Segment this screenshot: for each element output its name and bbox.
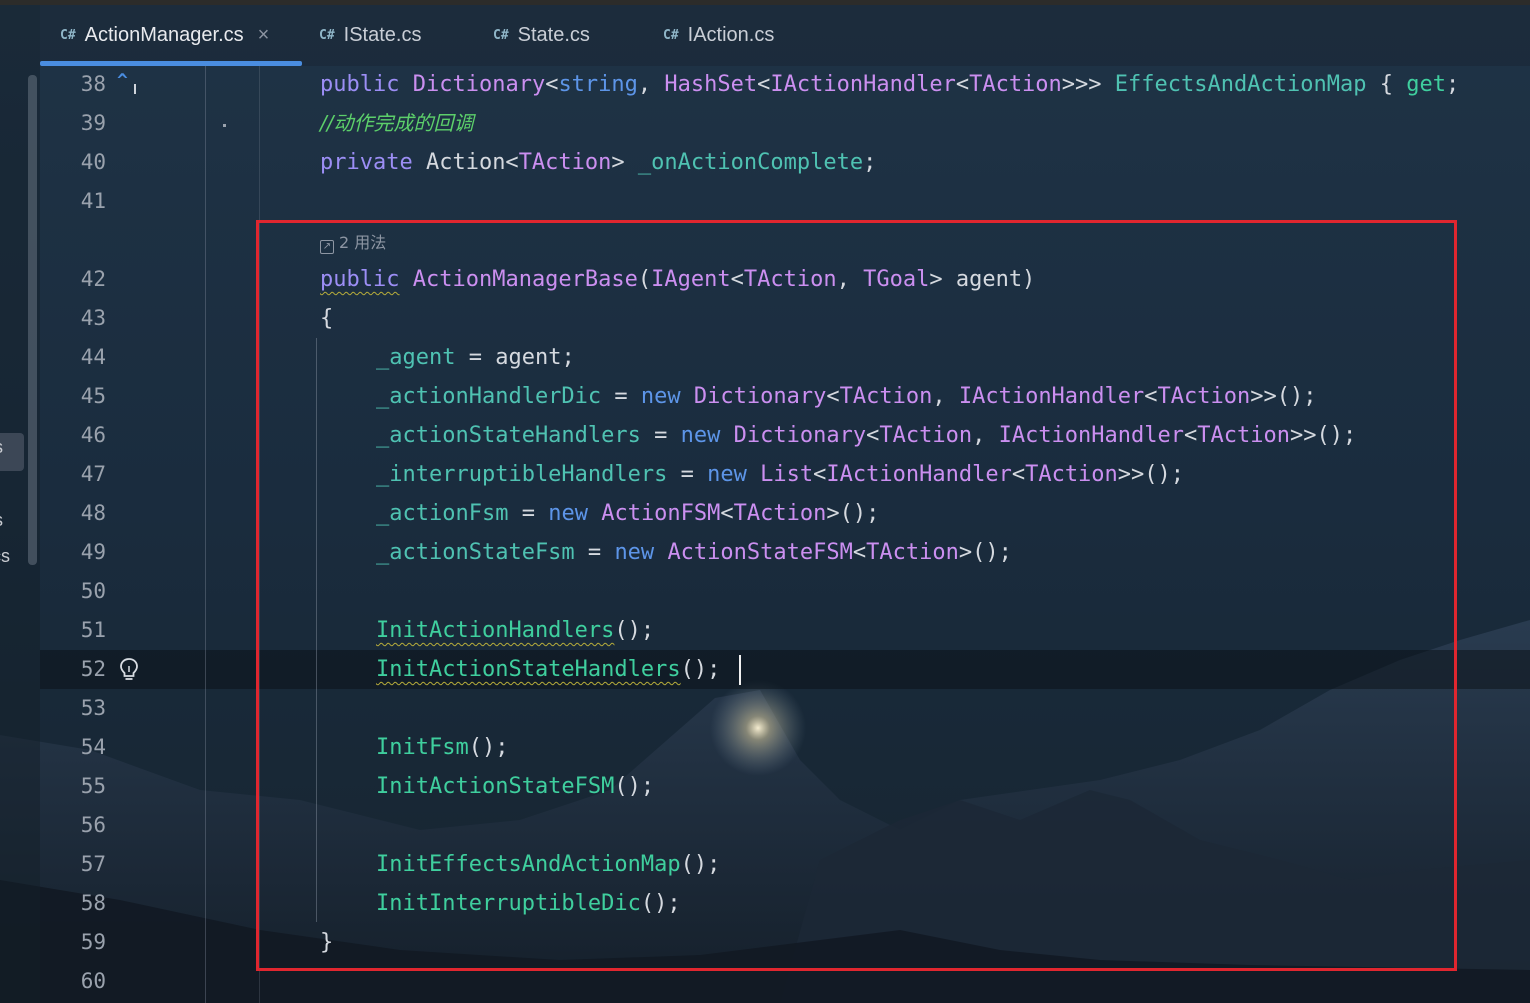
code-token: < <box>757 72 771 97</box>
code-token: { <box>1366 72 1407 97</box>
tab-state-cs[interactable]: C# State.cs <box>493 5 590 66</box>
code-token: get <box>1406 72 1446 97</box>
lightbulb-icon[interactable] <box>118 657 140 683</box>
code-line[interactable]: //动作完成的回调 <box>320 104 473 143</box>
code-token: , <box>637 72 665 97</box>
close-icon[interactable]: × <box>258 24 270 47</box>
line-number: 45 <box>80 384 106 408</box>
code-token: public <box>320 72 400 97</box>
line-number: 48 <box>80 501 106 525</box>
window-top-strip <box>0 0 1530 5</box>
code-line[interactable]: private Action<TAction> _onActionComplet… <box>320 143 876 182</box>
tab-label: State.cs <box>517 24 590 46</box>
code-token: EffectsAndActionMap <box>1114 72 1367 97</box>
line-number: 42 <box>80 267 106 291</box>
code-token: private <box>320 150 413 175</box>
line-number: 55 <box>80 774 106 798</box>
line-number: 43 <box>80 306 106 330</box>
csharp-file-icon: C# <box>319 28 335 43</box>
code-token: //动作完成的回调 <box>320 111 474 135</box>
line-number: 39 <box>80 111 106 135</box>
code-token: >>> <box>1061 72 1115 97</box>
csharp-file-icon: C# <box>493 28 509 43</box>
code-token: TAction <box>518 150 612 175</box>
code-token: HashSet <box>664 72 758 97</box>
project-panel-edge: s s cs <box>0 5 40 1003</box>
csharp-file-icon: C# <box>60 28 76 43</box>
line-number: 54 <box>80 735 106 759</box>
line-number: 51 <box>80 618 106 642</box>
code-token: < <box>545 72 559 97</box>
line-number: 52 <box>80 657 106 681</box>
line-number: 46 <box>80 423 106 447</box>
csharp-file-icon: C# <box>663 28 679 43</box>
code-token: TAction <box>969 72 1062 97</box>
project-item-clipped[interactable]: cs <box>0 546 14 567</box>
editor-tab-bar: C# ActionManager.cs × C# IState.cs C# St… <box>40 5 1530 66</box>
gutter-dot <box>223 124 226 127</box>
code-token: > <box>611 150 638 175</box>
code-token: < <box>955 72 970 97</box>
line-number: 44 <box>80 345 106 369</box>
project-item-clipped[interactable]: s <box>0 437 14 458</box>
project-panel-scrollbar[interactable] <box>28 75 37 565</box>
fold-up-icon[interactable]: ^ <box>117 70 128 91</box>
code-token: ; <box>1445 72 1460 97</box>
tab-label: IAction.cs <box>687 24 775 46</box>
code-token: Dictionary <box>412 72 546 97</box>
code-line[interactable]: public Dictionary<string, HashSet<IActio… <box>320 65 1459 104</box>
line-number: 40 <box>80 150 106 174</box>
tab-label: IState.cs <box>343 24 422 46</box>
line-number: 50 <box>80 579 106 603</box>
line-number: 47 <box>80 462 106 486</box>
line-number: 49 <box>80 540 106 564</box>
code-token: string <box>558 72 638 97</box>
line-number: 56 <box>80 813 106 837</box>
tab-iaction-cs[interactable]: C# IAction.cs <box>663 5 774 66</box>
line-number: 41 <box>80 189 106 213</box>
line-number: 53 <box>80 696 106 720</box>
code-token: Action< <box>412 150 519 175</box>
code-token: IActionHandler <box>770 72 956 97</box>
tab-istate-cs[interactable]: C# IState.cs <box>319 5 421 66</box>
line-number: 59 <box>80 930 106 954</box>
line-number: 58 <box>80 891 106 915</box>
text-cursor-marker <box>134 84 136 94</box>
project-item-clipped[interactable]: s <box>0 510 14 531</box>
gutter-separator <box>205 66 206 1003</box>
line-number: 38 <box>80 72 106 96</box>
tab-actionmanager-cs[interactable]: C# ActionManager.cs × <box>60 5 269 66</box>
code-token: _onActionComplete <box>637 150 864 175</box>
tab-label: ActionManager.cs <box>84 24 244 46</box>
red-highlight-box <box>256 220 1457 971</box>
code-token: ; <box>863 150 877 175</box>
line-number: 60 <box>80 969 106 993</box>
line-number: 57 <box>80 852 106 876</box>
